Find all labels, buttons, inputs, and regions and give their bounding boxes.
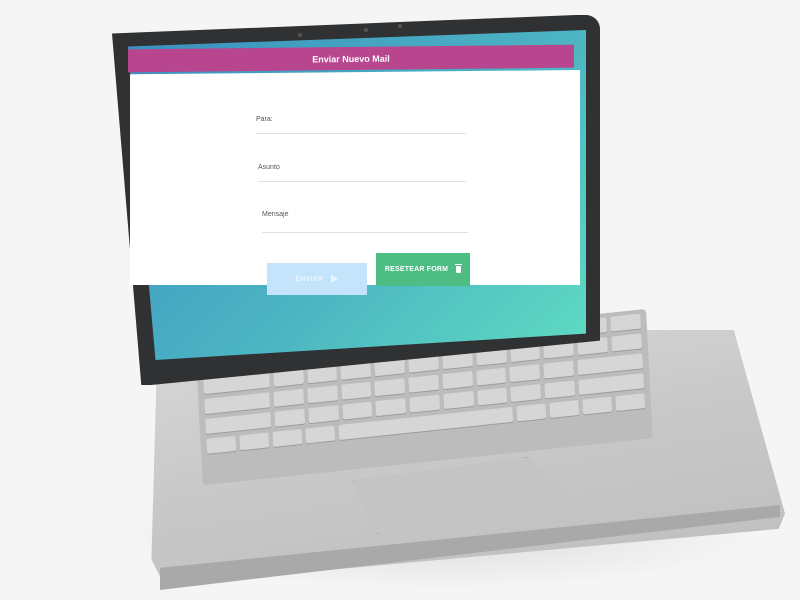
camera-dot (398, 24, 402, 28)
key (443, 391, 474, 410)
key (516, 403, 547, 422)
key (576, 353, 644, 376)
key (205, 412, 272, 434)
key (204, 392, 271, 415)
trash-icon (455, 264, 463, 273)
key (274, 408, 306, 427)
key (375, 398, 407, 417)
key (239, 432, 270, 451)
app-header: Enviar Nuevo Mail (128, 44, 574, 73)
key (408, 374, 439, 393)
reset-form-button[interactable]: RESETEAR FORM (376, 253, 470, 286)
send-arrow-icon (331, 275, 339, 283)
key (272, 428, 303, 447)
email-form (130, 70, 580, 285)
key (305, 425, 336, 444)
camera-dot (364, 28, 368, 32)
key (476, 387, 508, 406)
page-title: Enviar Nuevo Mail (312, 53, 390, 64)
reset-button-label: RESETEAR FORM (384, 266, 449, 273)
camera-dot (298, 33, 302, 37)
key (475, 367, 507, 386)
key (308, 405, 339, 424)
to-label: Para: (256, 116, 273, 123)
key (510, 384, 542, 403)
message-field[interactable] (262, 232, 468, 233)
key (611, 333, 642, 352)
key (610, 313, 641, 332)
key (442, 371, 473, 390)
message-label: Mensaje (262, 211, 289, 218)
key (206, 435, 237, 454)
key (544, 380, 575, 399)
key (273, 388, 305, 407)
send-button-label: ENVIAR (295, 275, 324, 283)
send-button[interactable]: ENVIAR (267, 263, 367, 295)
key (549, 400, 580, 418)
key (543, 360, 574, 379)
key (582, 396, 613, 415)
key (578, 373, 645, 395)
key (409, 394, 440, 413)
product-mockup-stage: Enviar Nuevo Mail Para: Asunto Mensaje E… (0, 0, 800, 600)
key (615, 393, 646, 412)
to-field[interactable] (256, 133, 466, 134)
key (509, 364, 541, 383)
key (307, 385, 338, 404)
subject-field[interactable] (258, 181, 466, 182)
key (374, 378, 406, 397)
key (342, 401, 373, 420)
subject-label: Asunto (258, 164, 280, 171)
key (341, 381, 372, 400)
